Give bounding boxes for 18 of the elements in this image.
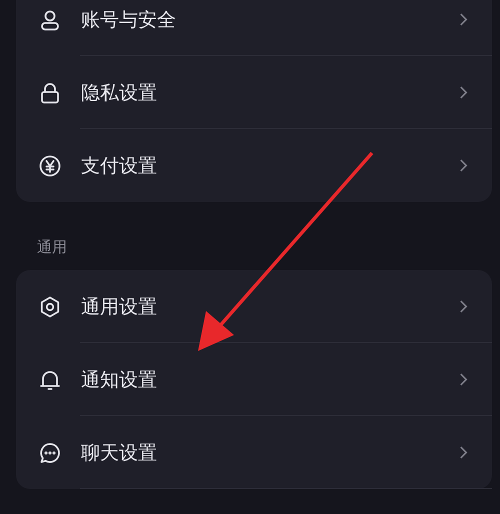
menu-item[interactable]: 通用设置 (81, 294, 459, 320)
chevron-right-icon[interactable] (459, 372, 468, 387)
settings-icon (38, 294, 62, 318)
person-icon (38, 8, 62, 32)
chevron-right-icon[interactable] (459, 158, 468, 173)
chevron-right-icon[interactable] (459, 299, 468, 314)
chevron-right-icon[interactable] (459, 85, 468, 100)
chevron-right-icon[interactable] (459, 12, 468, 27)
menu-item[interactable]: 聊天设置 (81, 440, 459, 466)
menu-item[interactable]: 通知设置 (81, 366, 459, 392)
chat-bubble-icon (38, 440, 62, 464)
menu-item[interactable]: 账号与安全 (81, 6, 459, 32)
chevron-right-icon[interactable] (459, 445, 468, 460)
lock-icon (38, 80, 62, 104)
menu-item[interactable]: 隐私设置 (81, 80, 459, 106)
yen-icon (38, 154, 62, 178)
menu-item[interactable]: 支付设置 (81, 152, 459, 178)
section-title: 通用 (36, 237, 68, 258)
